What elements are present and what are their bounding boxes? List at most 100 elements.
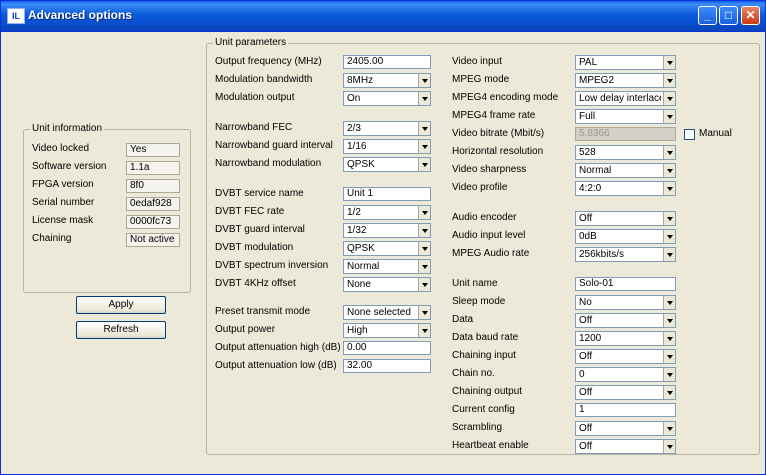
software-version-value: 1.1a [126, 161, 180, 175]
current-config-label: Current config [452, 404, 515, 415]
chevron-down-icon[interactable] [663, 296, 675, 309]
audio-encoder-label: Audio encoder [452, 212, 517, 223]
horizontal-resolution-select[interactable]: 528 [575, 145, 676, 160]
video-profile-select[interactable]: 4:2:0 [575, 181, 676, 196]
narrowband-guard-select[interactable]: 1/16 [343, 139, 431, 154]
unit-name-input[interactable]: Solo-01 [575, 277, 676, 291]
chaining-value: Not active [126, 233, 180, 247]
dvbt-fec-label: DVBT FEC rate [215, 206, 285, 217]
chevron-down-icon[interactable] [663, 110, 675, 123]
chaining-output-label: Chaining output [452, 386, 523, 397]
data-baud-rate-select[interactable]: 1200 [575, 331, 676, 346]
chain-no-select[interactable]: 0 [575, 367, 676, 382]
mpeg4-encoding-value: Low delay interlace [579, 93, 661, 104]
mpeg-audio-rate-value: 256kbits/s [579, 249, 625, 260]
chevron-down-icon[interactable] [663, 440, 675, 453]
title-bar[interactable]: IL Advanced options _ □ ✕ [1, 1, 765, 32]
atten-high-label: Output attenuation high (dB) [215, 342, 341, 353]
heartbeat-enable-label: Heartbeat enable [452, 440, 529, 451]
chevron-down-icon[interactable] [418, 92, 430, 105]
chevron-down-icon[interactable] [663, 182, 675, 195]
mpeg4-frame-rate-select[interactable]: Full [575, 109, 676, 124]
chevron-down-icon[interactable] [663, 212, 675, 225]
dvbt-4khz-select[interactable]: None [343, 277, 431, 292]
chaining-input-select[interactable]: Off [575, 349, 676, 364]
dvbt-spectrum-value: Normal [347, 261, 380, 272]
chevron-down-icon[interactable] [663, 230, 675, 243]
chevron-down-icon[interactable] [663, 350, 675, 363]
chevron-down-icon[interactable] [663, 146, 675, 159]
audio-input-level-select[interactable]: 0dB [575, 229, 676, 244]
output-frequency-input[interactable]: 2405.00 [343, 55, 431, 69]
sleep-mode-select[interactable]: No [575, 295, 676, 310]
video-bitrate-input: 5.8366 [575, 127, 676, 141]
chevron-down-icon[interactable] [663, 422, 675, 435]
chevron-down-icon[interactable] [418, 74, 430, 87]
scrambling-select[interactable]: Off [575, 421, 676, 436]
manual-checkbox[interactable] [684, 129, 695, 140]
chevron-down-icon[interactable] [663, 92, 675, 105]
narrowband-modulation-select[interactable]: QPSK [343, 157, 431, 172]
data-select[interactable]: Off [575, 313, 676, 328]
modulation-bandwidth-select[interactable]: 8MHz [343, 73, 431, 88]
mpeg-mode-select[interactable]: MPEG2 [575, 73, 676, 88]
mpeg-mode-value: MPEG2 [579, 75, 615, 86]
atten-high-input[interactable]: 0.00 [343, 341, 431, 355]
chevron-down-icon[interactable] [663, 314, 675, 327]
chevron-down-icon[interactable] [418, 324, 430, 337]
atten-low-input[interactable]: 32.00 [343, 359, 431, 373]
output-power-select[interactable]: High [343, 323, 431, 338]
chevron-down-icon[interactable] [663, 386, 675, 399]
narrowband-fec-select[interactable]: 2/3 [343, 121, 431, 136]
minimize-button[interactable]: _ [698, 6, 717, 25]
video-profile-value: 4:2:0 [579, 183, 602, 194]
video-input-label: Video input [452, 56, 502, 67]
modulation-output-value: On [347, 93, 361, 104]
mpeg4-encoding-select[interactable]: Low delay interlace [575, 91, 676, 106]
chevron-down-icon[interactable] [418, 260, 430, 273]
chevron-down-icon[interactable] [418, 140, 430, 153]
scrambling-value: Off [579, 423, 593, 434]
horizontal-resolution-label: Horizontal resolution [452, 146, 544, 157]
data-value: Off [579, 315, 593, 326]
license-mask-value: 0000fc73 [126, 215, 180, 229]
narrowband-modulation-value: QPSK [347, 159, 375, 170]
mpeg-mode-label: MPEG mode [452, 74, 510, 85]
minimize-icon: _ [704, 8, 711, 22]
chaining-label: Chaining [32, 233, 72, 244]
dvbt-fec-select[interactable]: 1/2 [343, 205, 431, 220]
audio-input-level-value: 0dB [579, 231, 597, 242]
chevron-down-icon[interactable] [418, 306, 430, 319]
maximize-button[interactable]: □ [719, 6, 738, 25]
chaining-output-select[interactable]: Off [575, 385, 676, 400]
chevron-down-icon[interactable] [418, 242, 430, 255]
chevron-down-icon[interactable] [663, 164, 675, 177]
chevron-down-icon[interactable] [418, 224, 430, 237]
apply-button[interactable]: Apply [76, 296, 166, 314]
dvbt-guard-select[interactable]: 1/32 [343, 223, 431, 238]
refresh-button[interactable]: Refresh [76, 321, 166, 339]
preset-mode-select[interactable]: None selected [343, 305, 431, 320]
chevron-down-icon[interactable] [663, 332, 675, 345]
chevron-down-icon[interactable] [418, 206, 430, 219]
current-config-input[interactable]: 1 [575, 403, 676, 417]
chevron-down-icon[interactable] [418, 122, 430, 135]
video-sharpness-select[interactable]: Normal [575, 163, 676, 178]
heartbeat-enable-select[interactable]: Off [575, 439, 676, 454]
mpeg-audio-rate-select[interactable]: 256kbits/s [575, 247, 676, 262]
dvbt-service-name-input[interactable]: Unit 1 [343, 187, 431, 201]
chevron-down-icon[interactable] [663, 74, 675, 87]
chevron-down-icon[interactable] [663, 248, 675, 261]
video-locked-label: Video locked [32, 143, 90, 154]
unit-information-group: Unit information Video locked Yes Softwa… [23, 123, 191, 293]
chevron-down-icon[interactable] [418, 278, 430, 291]
modulation-output-select[interactable]: On [343, 91, 431, 106]
audio-encoder-select[interactable]: Off [575, 211, 676, 226]
video-input-select[interactable]: PAL [575, 55, 676, 70]
dvbt-modulation-select[interactable]: QPSK [343, 241, 431, 256]
chevron-down-icon[interactable] [663, 368, 675, 381]
chevron-down-icon[interactable] [663, 56, 675, 69]
chevron-down-icon[interactable] [418, 158, 430, 171]
close-button[interactable]: ✕ [741, 6, 760, 25]
dvbt-spectrum-select[interactable]: Normal [343, 259, 431, 274]
